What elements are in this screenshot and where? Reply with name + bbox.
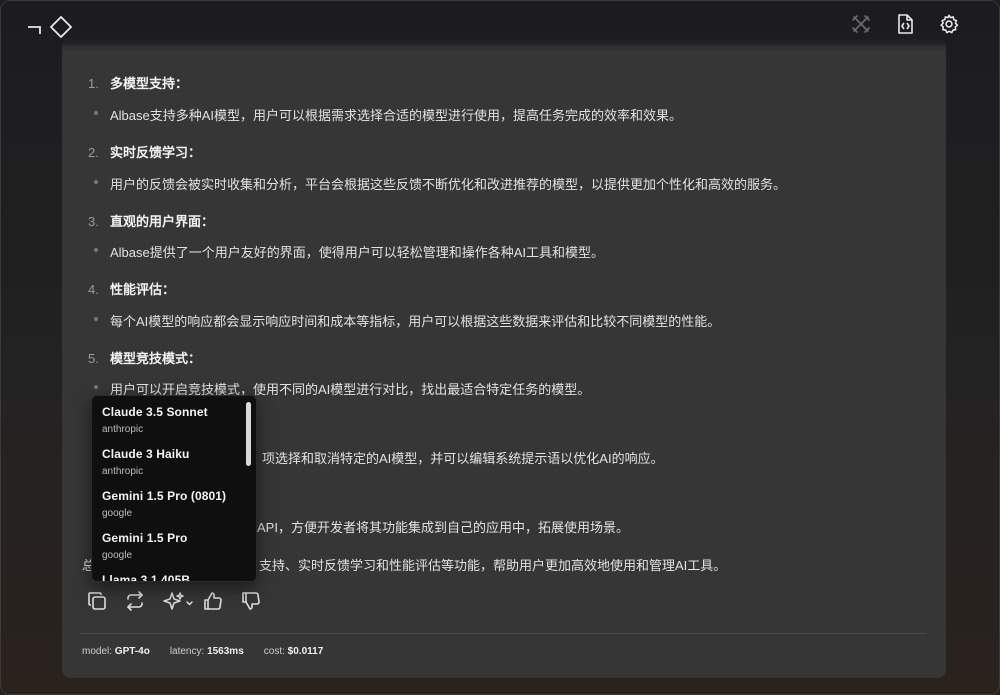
dropdown-scrollbar[interactable]: [246, 402, 251, 466]
copy-icon[interactable]: [86, 590, 108, 612]
model-option[interactable]: Claude 3 Haiku anthropic: [102, 447, 242, 477]
model-select-dropdown[interactable]: Claude 3.5 Sonnet anthropic Claude 3 Hai…: [91, 395, 257, 582]
thumbs-down-icon[interactable]: [240, 590, 262, 612]
model-stat: model: GPT-4o: [82, 646, 150, 657]
list-item: 2. 实时反馈学习：: [88, 145, 202, 160]
list-heading: 实时反馈学习: [110, 145, 189, 160]
thumbs-up-icon[interactable]: [202, 590, 224, 612]
list-detail: Albase支持多种AI模型，用户可以根据需求选择合适的模型进行使用，提高任务完…: [93, 105, 682, 124]
model-option[interactable]: Gemini 1.5 Pro google: [102, 531, 242, 561]
list-detail: Albase提供了一个用户友好的界面，使得用户可以轻松管理和操作各种AI工具和模…: [93, 242, 604, 261]
code-file-icon[interactable]: [892, 11, 918, 37]
model-option[interactable]: Claude 3.5 Sonnet anthropic: [102, 405, 242, 435]
list-heading: 直观的用户界面: [110, 214, 202, 229]
list-detail: 每个AI模型的响应都会显示响应时间和成本等指标，用户可以根据这些数据来评估和比较…: [93, 311, 720, 330]
model-option[interactable]: Gemini 1.5 Pro (0801) google: [102, 489, 242, 519]
crossed-tools-icon[interactable]: [848, 11, 874, 37]
list-item: 1. 多模型支持：: [88, 76, 189, 91]
scroll-fade: [62, 38, 946, 60]
model-option[interactable]: Llama 3.1 405B: [102, 573, 242, 581]
sparkle-icon[interactable]: [162, 590, 196, 612]
list-number: 5.: [88, 351, 99, 366]
partial-text-line: 项选择和取消特定的AI模型，并可以编辑系统提示语以优化AI的响应。: [262, 451, 664, 466]
gear-icon[interactable]: [936, 11, 962, 37]
latency-stat: latency: 1563ms: [169, 646, 244, 657]
list-detail: 用户的反馈会被实时收集和分析，平台会根据这些反馈不断优化和改进推荐的模型，以提供…: [93, 174, 786, 193]
list-heading: 多模型支持: [110, 76, 176, 91]
cost-stat: cost: $0.0117: [263, 646, 324, 657]
list-heading: 模型竞技模式: [110, 351, 189, 366]
list-item: 5. 模型竞技模式：: [88, 351, 202, 366]
list-number: 2.: [88, 145, 99, 160]
repeat-icon[interactable]: [124, 590, 146, 612]
list-item: 4. 性能评估：: [88, 282, 176, 297]
list-number: 1.: [88, 76, 99, 91]
summary-text: 支持、实时反馈学习和性能评估等功能，帮助用户更加高效地使用和管理AI工具。: [259, 558, 727, 573]
list-number: 4.: [88, 282, 99, 297]
response-metadata: model: GPT-4o latency: 1563ms cost: $0.0…: [82, 646, 323, 657]
footer-divider: [80, 633, 926, 634]
partial-text-line: API，方便开发者将其功能集成到自己的应用中，拓展使用场景。: [257, 520, 629, 535]
list-heading: 性能评估: [110, 282, 163, 297]
logo-icon[interactable]: [26, 14, 76, 40]
chat-response-card: 1. 多模型支持： Albase支持多种AI模型，用户可以根据需求选择合适的模型进…: [62, 45, 946, 678]
list-item: 3. 直观的用户界面：: [88, 214, 215, 229]
list-number: 3.: [88, 214, 99, 229]
